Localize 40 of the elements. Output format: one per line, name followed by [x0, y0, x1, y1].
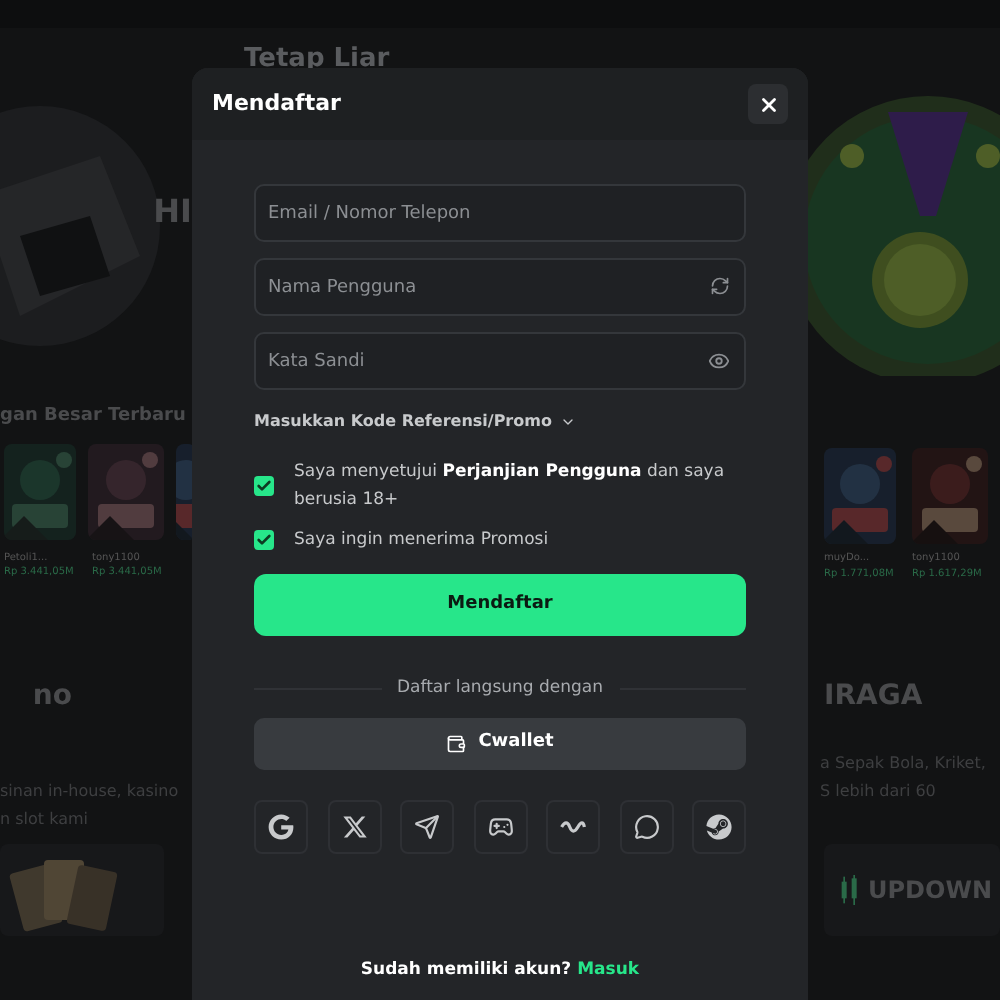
section-title: no: [32, 678, 74, 716]
checkbox[interactable]: [254, 476, 274, 496]
login-prompt: Sudah memiliki akun?: [360, 957, 572, 983]
candlestick-icon: [840, 874, 860, 906]
section-title: gan Besar Terbaru: [0, 404, 188, 430]
social-login-button[interactable]: [692, 799, 746, 854]
close-button[interactable]: [748, 84, 788, 124]
show-password-icon[interactable]: [708, 350, 730, 372]
wallet-icon: [446, 733, 467, 754]
checkbox-label: Saya ingin menerima Promosi: [294, 528, 551, 554]
checkbox[interactable]: [254, 530, 274, 550]
divider-label: Daftar langsung dengan: [397, 676, 603, 702]
refresh-icon[interactable]: [710, 276, 730, 296]
input-field[interactable]: Kata Sandi: [254, 332, 746, 390]
close-icon: [757, 93, 779, 115]
wallet-button[interactable]: Cwallet: [254, 717, 746, 770]
checkbox-label: Saya menyetujui Perjanjian Pengguna dan saya berusia 18+: [294, 460, 727, 514]
google-icon: [268, 813, 294, 840]
social-login-button[interactable]: [473, 799, 527, 854]
social-login-button[interactable]: [327, 799, 381, 854]
input-field[interactable]: Nama Pengguna: [254, 258, 746, 316]
promo-code-toggle[interactable]: Masukkan Kode Referensi/Promo: [254, 410, 576, 434]
social-login-button[interactable]: [546, 799, 600, 854]
signup-button[interactable]: Mendaftar: [254, 574, 746, 636]
hero-title: Tetap Liar: [244, 44, 390, 74]
wave-icon: [560, 817, 586, 836]
social-login-button[interactable]: [619, 799, 673, 854]
gamepad-icon: [487, 813, 513, 840]
hero-heading: HI: [153, 190, 192, 234]
input-field[interactable]: Email / Nomor Telepon: [254, 184, 746, 242]
chevron-down-icon: [559, 414, 576, 430]
login-link[interactable]: Masuk: [577, 957, 640, 983]
chat-icon: [633, 813, 659, 840]
social-login-button[interactable]: [400, 799, 454, 854]
x-icon: [341, 813, 367, 840]
telegram-icon: [414, 813, 440, 840]
steam-icon: [706, 813, 732, 840]
dialog-title: Mendaftar: [212, 87, 341, 120]
section-title: IRAGA: [822, 678, 925, 716]
social-login-button[interactable]: [254, 799, 308, 854]
